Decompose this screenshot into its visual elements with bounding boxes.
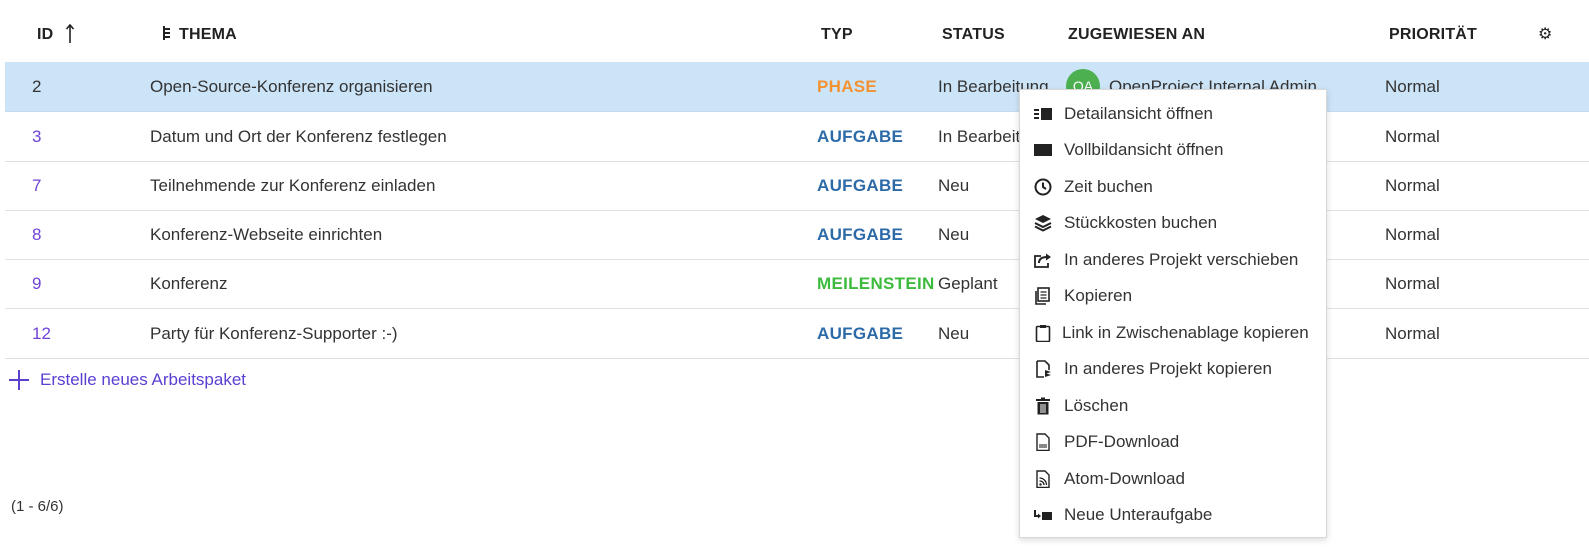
menu-item-label: Zeit buchen bbox=[1064, 177, 1153, 196]
row-status[interactable]: Neu bbox=[938, 309, 969, 358]
table-row[interactable]: 9 Konferenz MEILENSTEIN Geplant Normal bbox=[5, 259, 1589, 309]
row-type[interactable]: AUFGABE bbox=[817, 210, 903, 259]
menu-item-label: Detailansicht öffnen bbox=[1064, 104, 1214, 123]
layers-icon bbox=[1034, 215, 1052, 232]
row-priority[interactable]: Normal bbox=[1385, 161, 1440, 210]
copy-to-project-icon bbox=[1036, 360, 1051, 378]
menu-item-pdf-download[interactable]: PDF-Download bbox=[1020, 424, 1326, 460]
column-header-id[interactable]: ID bbox=[37, 26, 53, 44]
menu-item-label: Atom-Download bbox=[1064, 469, 1185, 488]
row-priority[interactable]: Normal bbox=[1385, 309, 1440, 358]
sort-ascending-icon[interactable] bbox=[63, 22, 77, 44]
row-priority[interactable]: Normal bbox=[1385, 259, 1440, 308]
move-icon bbox=[1034, 253, 1051, 268]
column-header-subject[interactable]: THEMA bbox=[163, 26, 237, 44]
create-work-package-label: Erstelle neues Arbeitspaket bbox=[40, 370, 247, 389]
row-id[interactable]: 9 bbox=[32, 259, 41, 308]
row-type[interactable]: AUFGABE bbox=[817, 112, 903, 161]
row-priority[interactable]: Normal bbox=[1385, 62, 1440, 111]
plus-icon bbox=[9, 370, 29, 390]
hierarchy-icon[interactable] bbox=[163, 26, 173, 40]
row-priority[interactable]: Normal bbox=[1385, 112, 1440, 161]
menu-item-log-time[interactable]: Zeit buchen bbox=[1020, 169, 1326, 205]
menu-item-copy-link[interactable]: Link in Zwischenablage kopieren bbox=[1020, 315, 1326, 351]
row-status[interactable]: Geplant bbox=[938, 259, 998, 308]
column-header-assignee[interactable]: ZUGEWIESEN AN bbox=[1068, 26, 1205, 44]
gear-icon[interactable]: ⚙ bbox=[1538, 27, 1554, 43]
table-row[interactable]: 3 Datum und Ort der Konferenz festlegen … bbox=[5, 112, 1589, 162]
row-subject[interactable]: Konferenz-Webseite einrichten bbox=[150, 210, 382, 259]
clipboard-icon bbox=[1035, 325, 1051, 342]
row-subject[interactable]: Party für Konferenz-Supporter :-) bbox=[150, 309, 398, 358]
menu-item-label: Vollbildansicht öffnen bbox=[1064, 140, 1224, 159]
table-row[interactable]: 2 Open-Source-Konferenz organisieren PHA… bbox=[5, 62, 1589, 112]
table-header: ID THEMA TYP STATUS ZUGEWIESEN AN PRIORI… bbox=[0, 0, 1589, 62]
row-id[interactable]: 3 bbox=[32, 112, 41, 161]
column-header-type[interactable]: TYP bbox=[821, 26, 853, 44]
trash-icon bbox=[1036, 397, 1050, 415]
menu-item-label: Stückkosten buchen bbox=[1064, 213, 1218, 232]
row-type[interactable]: AUFGABE bbox=[817, 309, 903, 358]
row-subject[interactable]: Teilnehmende zur Konferenz einladen bbox=[150, 161, 435, 210]
menu-item-label: Löschen bbox=[1064, 396, 1129, 415]
menu-item-label: Kopieren bbox=[1064, 286, 1133, 305]
row-type[interactable]: PHASE bbox=[817, 62, 877, 111]
menu-item-log-costs[interactable]: Stückkosten buchen bbox=[1020, 205, 1326, 241]
table-row[interactable]: 8 Konferenz-Webseite einrichten AUFGABE … bbox=[5, 210, 1589, 260]
menu-item-copy[interactable]: Kopieren bbox=[1020, 278, 1326, 314]
fullscreen-icon bbox=[1034, 144, 1052, 156]
row-status[interactable]: Neu bbox=[938, 210, 969, 259]
clock-icon bbox=[1034, 178, 1052, 196]
row-id[interactable]: 2 bbox=[32, 62, 41, 111]
row-id[interactable]: 12 bbox=[32, 309, 51, 358]
column-header-priority[interactable]: PRIORITÄT bbox=[1389, 26, 1477, 44]
menu-item-atom-download[interactable]: Atom-Download bbox=[1020, 461, 1326, 497]
column-header-subject-label: THEMA bbox=[179, 26, 237, 43]
menu-item-label: Neue Unteraufgabe bbox=[1064, 505, 1213, 524]
row-id[interactable]: 7 bbox=[32, 161, 41, 210]
menu-item-label: In anderes Projekt kopieren bbox=[1064, 359, 1272, 378]
menu-item-label: In anderes Projekt verschieben bbox=[1064, 250, 1299, 269]
menu-item-delete[interactable]: Löschen bbox=[1020, 388, 1326, 424]
menu-item-detail-view[interactable]: Detailansicht öffnen bbox=[1020, 96, 1326, 132]
menu-item-move[interactable]: In anderes Projekt verschieben bbox=[1020, 242, 1326, 278]
row-subject[interactable]: Konferenz bbox=[150, 259, 228, 308]
menu-item-copy-to-project[interactable]: In anderes Projekt kopieren bbox=[1020, 351, 1326, 387]
table-row[interactable]: 12 Party für Konferenz-Supporter :-) AUF… bbox=[5, 309, 1589, 359]
context-menu: Detailansicht öffnen Vollbildansicht öff… bbox=[1019, 89, 1327, 538]
row-subject[interactable]: Datum und Ort der Konferenz festlegen bbox=[150, 112, 447, 161]
row-id[interactable]: 8 bbox=[32, 210, 41, 259]
column-header-status[interactable]: STATUS bbox=[942, 26, 1005, 44]
row-type[interactable]: AUFGABE bbox=[817, 161, 903, 210]
table-row[interactable]: 7 Teilnehmende zur Konferenz einladen AU… bbox=[5, 161, 1589, 211]
pagination-info: (1 - 6/6) bbox=[11, 498, 64, 515]
row-status[interactable]: Neu bbox=[938, 161, 969, 210]
copy-icon bbox=[1035, 287, 1050, 305]
row-subject[interactable]: Open-Source-Konferenz organisieren bbox=[150, 62, 433, 111]
row-priority[interactable]: Normal bbox=[1385, 210, 1440, 259]
menu-item-fullscreen[interactable]: Vollbildansicht öffnen bbox=[1020, 132, 1326, 168]
menu-item-new-subtask[interactable]: Neue Unteraufgabe bbox=[1020, 497, 1326, 533]
row-type[interactable]: MEILENSTEIN bbox=[817, 259, 935, 308]
menu-item-label: Link in Zwischenablage kopieren bbox=[1062, 323, 1309, 342]
detail-view-icon bbox=[1034, 108, 1052, 120]
atom-feed-icon bbox=[1036, 470, 1050, 488]
subtask-icon bbox=[1034, 510, 1052, 520]
menu-item-label: PDF-Download bbox=[1064, 432, 1180, 451]
pdf-icon bbox=[1036, 433, 1050, 451]
